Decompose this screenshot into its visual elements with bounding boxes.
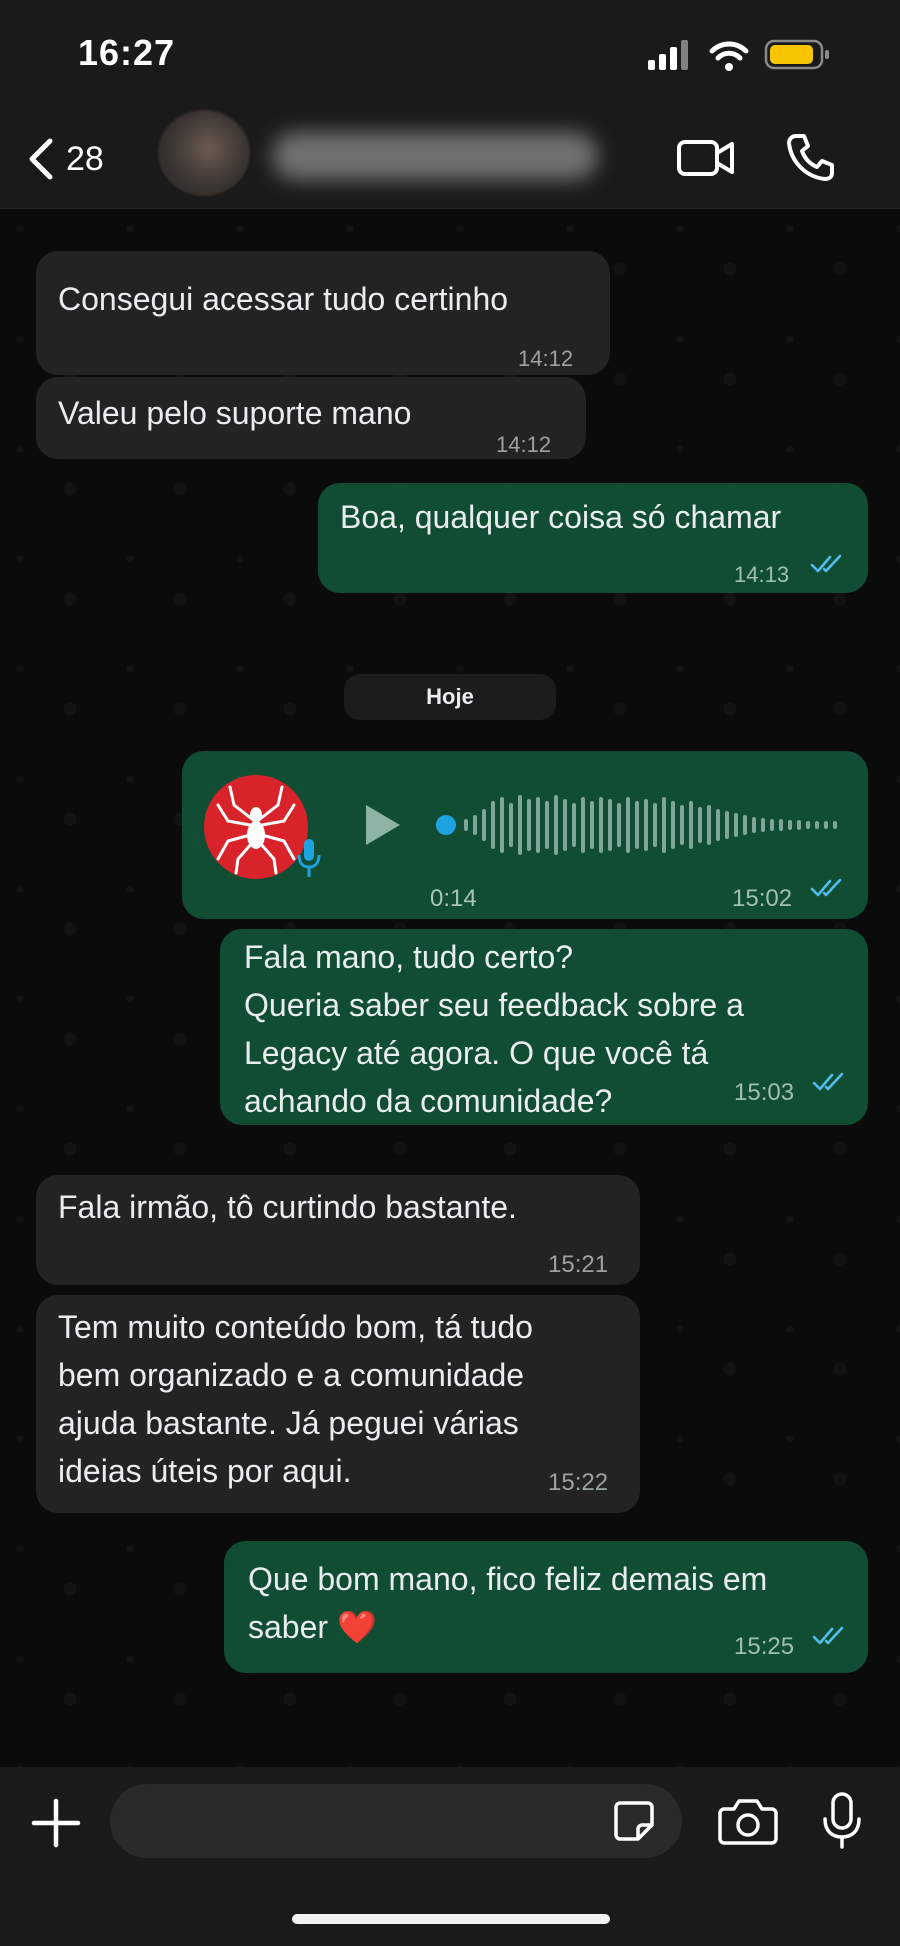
date-separator: Hoje	[344, 674, 556, 720]
message-text: Boa, qualquer coisa só chamar	[340, 499, 782, 535]
message-bubble-outgoing[interactable]: Boa, qualquer coisa só chamar 14:13	[318, 483, 868, 593]
play-icon[interactable]	[360, 801, 404, 849]
battery-icon	[764, 39, 829, 70]
message-text: Fala mano, tudo certo? Queria saber seu …	[244, 939, 744, 1119]
microphone-icon[interactable]	[820, 1791, 864, 1851]
message-time: 15:21	[548, 1251, 609, 1278]
wifi-icon	[709, 41, 749, 71]
contact-avatar[interactable]	[158, 110, 250, 196]
message-time: 15:22	[548, 1469, 609, 1496]
message-time: 14:13	[734, 562, 790, 587]
message-time: 15:02	[732, 885, 793, 912]
message-time: 15:25	[734, 1633, 795, 1660]
spider-icon	[216, 785, 296, 875]
mic-badge-icon	[297, 839, 321, 877]
video-call-icon[interactable]	[676, 136, 736, 180]
voice-message-bubble[interactable]: 0:14 15:02	[182, 751, 868, 919]
voice-sender-avatar	[204, 775, 308, 879]
back-chevron-icon	[29, 138, 53, 180]
sticker-icon[interactable]	[612, 1799, 656, 1843]
status-icons	[648, 38, 848, 72]
message-time: 15:03	[734, 1079, 795, 1106]
plus-icon[interactable]	[30, 1797, 82, 1849]
home-indicator	[292, 1914, 610, 1924]
message-time: 14:12	[518, 346, 574, 371]
double-check-icon	[810, 554, 842, 573]
signal-icon	[648, 40, 688, 70]
message-bubble-outgoing[interactable]: Fala mano, tudo certo? Queria saber seu …	[220, 929, 868, 1125]
message-text: Consegui acessar tudo certinho	[58, 281, 509, 317]
back-button[interactable]: 28	[24, 130, 104, 188]
double-check-icon	[810, 878, 842, 897]
voice-waveform[interactable]	[434, 787, 854, 863]
message-text: Fala irmão, tô curtindo bastante.	[58, 1189, 517, 1225]
message-bubble-incoming[interactable]: Tem muito conteúdo bom, tá tudo bem orga…	[36, 1295, 640, 1513]
chat-area[interactable]: Consegui acessar tudo certinho 14:12 Val…	[0, 209, 900, 1767]
message-bubble-outgoing[interactable]: Que bom mano, fico feliz demais em saber…	[224, 1541, 868, 1673]
chat-header: 28	[0, 110, 900, 209]
camera-icon[interactable]	[718, 1797, 778, 1847]
message-bubble-incoming[interactable]: Consegui acessar tudo certinho 14:12	[36, 251, 610, 375]
voice-duration: 0:14	[430, 885, 477, 912]
message-text: Que bom mano, fico feliz demais em saber…	[248, 1561, 768, 1645]
contact-name-blurred[interactable]	[272, 132, 598, 180]
message-bubble-incoming[interactable]: Valeu pelo suporte mano 14:12	[36, 377, 586, 459]
status-time: 16:27	[78, 32, 176, 73]
double-check-icon	[812, 1626, 844, 1645]
message-input[interactable]	[110, 1784, 682, 1858]
phone-icon[interactable]	[786, 132, 834, 182]
message-text: Valeu pelo suporte mano	[58, 395, 412, 431]
unread-count: 28	[66, 139, 104, 178]
message-bubble-incoming[interactable]: Fala irmão, tô curtindo bastante. 15:21	[36, 1175, 640, 1285]
status-bar: 16:27	[0, 0, 900, 110]
message-composer	[0, 1767, 900, 1946]
message-text: Tem muito conteúdo bom, tá tudo bem orga…	[58, 1309, 533, 1489]
double-check-icon	[812, 1072, 844, 1091]
message-time: 14:12	[496, 432, 552, 457]
